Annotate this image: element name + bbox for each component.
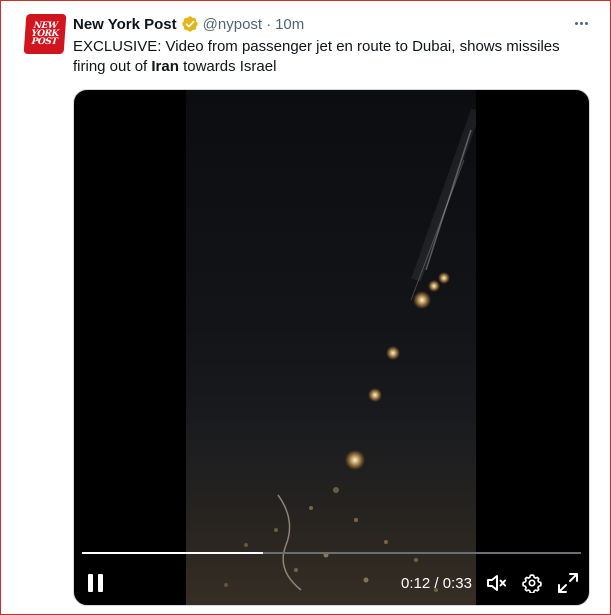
fullscreen-icon[interactable] (557, 572, 579, 594)
tweet-text-part: EXCLUSIVE: Video from passenger jet en r… (73, 38, 560, 75)
time-separator: / (430, 575, 443, 592)
pause-icon[interactable] (88, 574, 104, 592)
tweet-text-part: towards Israel (178, 58, 277, 75)
gear-icon[interactable] (522, 573, 542, 594)
handle[interactable]: @nypost (203, 16, 262, 33)
time-display: 0:12 / 0:33 (401, 575, 472, 592)
video-controls: 0:12 / 0:33 (74, 560, 589, 602)
video-frame[interactable] (186, 90, 476, 605)
duration: 0:33 (442, 575, 472, 592)
timestamp[interactable]: 10m (275, 16, 304, 33)
progress-bar[interactable] (82, 552, 581, 554)
avatar[interactable]: NEW YORK POST (23, 14, 67, 54)
progress-fill (82, 552, 264, 554)
separator-dot: · (266, 15, 272, 33)
verified-badge-icon (181, 15, 199, 33)
current-time: 0:12 (401, 575, 431, 592)
avatar-logo-line: POST (31, 37, 58, 47)
mute-icon[interactable] (486, 573, 508, 593)
video-player[interactable]: 0:12 / 0:33 (73, 89, 590, 606)
tweet-text: EXCLUSIVE: Video from passenger jet en r… (73, 37, 578, 77)
tweet-header: New York Post @nypost · 10m (73, 14, 304, 34)
more-options-icon[interactable] (569, 13, 593, 33)
display-name[interactable]: New York Post (73, 16, 177, 33)
tweet-text-bold[interactable]: Iran (151, 58, 179, 75)
tweet-card[interactable]: NEW YORK POST New York Post @nypost · 10… (0, 0, 611, 615)
